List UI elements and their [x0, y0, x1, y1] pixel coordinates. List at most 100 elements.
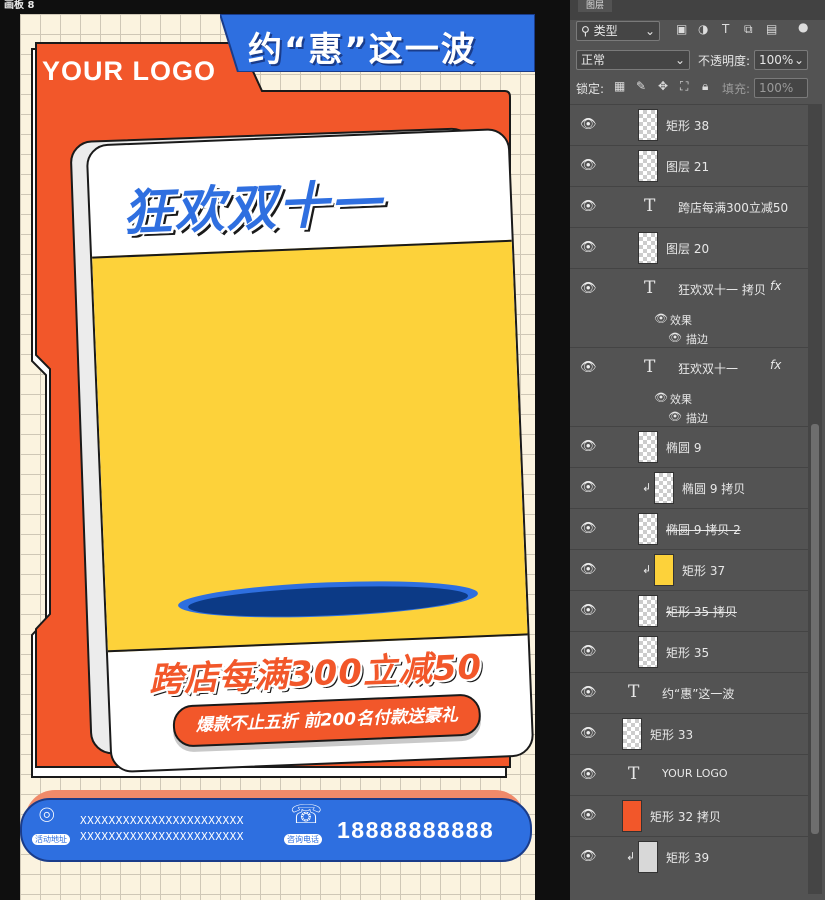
layer-name: 椭圆 9 拷贝 — [682, 482, 746, 496]
scrollbar-thumb[interactable] — [811, 424, 819, 834]
shape-filter-icon[interactable]: ⧉ — [744, 22, 753, 37]
stroke-eye-icon[interactable]: 👁︎ — [668, 331, 682, 344]
eye-icon[interactable]: 👁︎ — [580, 644, 597, 659]
layer-name: 约“惠”这一波 — [662, 687, 735, 701]
eye-icon[interactable]: 👁︎ — [580, 439, 597, 454]
stroke-label: 描边 — [686, 412, 708, 425]
layer-name: 矩形 35 — [666, 646, 710, 660]
chevron-down-icon: ⌄ — [793, 53, 804, 67]
layer-name: 矩形 35 拷贝 — [666, 605, 737, 619]
layer-name: 图层 21 — [666, 160, 710, 174]
layer-row[interactable]: 👁︎ 图层 20 — [570, 227, 810, 268]
layer-filter-value: 类型 — [593, 24, 618, 38]
effects-label: 效果 — [670, 314, 692, 327]
eye-icon[interactable]: 👁︎ — [580, 117, 597, 132]
layer-name: 椭圆 9 — [666, 441, 702, 455]
layer-row[interactable]: 👁︎ 矩形 35 — [570, 631, 810, 672]
layer-name: 狂欢双十一 — [678, 362, 739, 376]
layer-row[interactable]: 👁︎ ↲ 矩形 37 — [570, 549, 810, 590]
layer-row[interactable]: 👁︎ 矩形 38 — [570, 104, 810, 145]
smart-object-filter-icon[interactable]: ▤ — [766, 22, 777, 36]
opacity-value: 100% — [759, 53, 794, 67]
layer-row[interactable]: 👁︎ 矩形 35 拷贝 — [570, 590, 810, 631]
eye-icon[interactable]: 👁︎ — [580, 240, 597, 255]
layer-row[interactable]: 👁︎ 椭圆 9 — [570, 426, 810, 467]
opacity-field[interactable]: 100% ⌄ — [754, 50, 808, 70]
promo-pill: 爆款不止五折 前200名付款送豪礼 — [172, 693, 482, 748]
adjustment-filter-icon[interactable]: ◑ — [698, 22, 708, 36]
layer-row[interactable]: 👁︎ 矩形 32 拷贝 — [570, 795, 810, 836]
eye-icon[interactable]: 👁︎ — [580, 685, 597, 700]
eye-icon[interactable]: 👁︎ — [580, 199, 597, 214]
layer-row[interactable]: 👁︎ ↲ 矩形 39 — [570, 836, 810, 877]
eye-icon[interactable]: 👁︎ — [580, 281, 597, 296]
phone-caption: 咨询电话 — [284, 834, 322, 845]
layer-name: 矩形 38 — [666, 119, 710, 133]
eye-icon[interactable]: 👁︎ — [580, 360, 597, 375]
lock-paint-icon[interactable]: ✎ — [636, 79, 646, 93]
eye-icon[interactable]: 👁︎ — [580, 726, 597, 741]
effects-eye-icon[interactable]: 👁︎ — [654, 312, 668, 325]
eye-icon[interactable]: 👁︎ — [580, 521, 597, 536]
address-caption: 活动地址 — [32, 834, 70, 845]
chevron-down-icon: ⌄ — [674, 53, 685, 67]
effects-eye-icon[interactable]: 👁︎ — [654, 391, 668, 404]
blend-mode-select[interactable]: 正常 ⌄ — [576, 50, 690, 70]
eye-icon[interactable]: 👁︎ — [580, 849, 597, 864]
layer-row[interactable]: 👁︎ 图层 21 — [570, 145, 810, 186]
layer-row[interactable]: 👁︎ ↲ 椭圆 9 拷贝 — [570, 467, 810, 508]
text-layer-icon: T — [628, 764, 640, 784]
pixel-filter-icon[interactable]: ▣ — [676, 22, 687, 36]
canvas-workspace[interactable]: 画板 8 约“惠”这一波 YOUR LOGO 狂欢双十一 跨店每满300立减50… — [0, 0, 570, 900]
footer-blue-bar: ⌾ 活动地址 XXXXXXXXXXXXXXXXXXXXXXX XXXXXXXXX… — [20, 798, 532, 862]
fx-icon[interactable]: fx — [770, 279, 781, 293]
layer-name: 矩形 39 — [666, 851, 710, 865]
layer-row[interactable]: 👁︎ T 约“惠”这一波 — [570, 672, 810, 713]
layer-thumbnail — [638, 636, 658, 668]
eye-icon[interactable]: 👁︎ — [580, 808, 597, 823]
fx-icon[interactable]: fx — [770, 358, 781, 372]
layer-row[interactable]: 👁︎ T 狂欢双十一 fx 👁︎ 效果 👁︎ 描边 — [570, 347, 810, 426]
chevron-down-icon: ⌄ — [644, 24, 655, 38]
text-layer-icon: T — [644, 357, 656, 377]
eye-icon[interactable]: 👁︎ — [580, 562, 597, 577]
clipping-arrow-icon: ↲ — [642, 563, 652, 576]
layers-scrollbar[interactable] — [808, 104, 822, 894]
promo-pill-text: 爆款不止五折 前200名付款送豪礼 — [195, 705, 459, 736]
phone-number: 18888888888 — [337, 817, 495, 843]
location-pin-icon: ⌾ — [39, 801, 55, 831]
layer-row[interactable]: 👁︎ 矩形 33 — [570, 713, 810, 754]
layer-row[interactable]: 👁︎ 椭圆 9 拷贝 2 — [570, 508, 810, 549]
type-filter-icon[interactable]: T — [722, 22, 729, 36]
panel-tab-bar: 图层 — [570, 0, 825, 20]
poster-artboard[interactable]: 约“惠”这一波 YOUR LOGO 狂欢双十一 跨店每满300立减50 爆款不止… — [20, 14, 535, 900]
address-line-1: XXXXXXXXXXXXXXXXXXXXXXX — [80, 814, 244, 827]
address-line-2: XXXXXXXXXXXXXXXXXXXXXXX — [80, 830, 244, 843]
layer-thumbnail — [638, 431, 658, 463]
footer-bar: ⌾ 活动地址 XXXXXXXXXXXXXXXXXXXXXXX XXXXXXXXX… — [20, 790, 535, 862]
eye-icon[interactable]: 👁︎ — [580, 603, 597, 618]
lock-artboard-icon[interactable]: ⛶ — [680, 79, 688, 94]
layer-row[interactable]: 👁︎ T 狂欢双十一 拷贝 fx 👁︎ 效果 👁︎ 描边 — [570, 268, 810, 347]
layer-filter-select[interactable]: ⚲ 类型 ⌄ — [576, 21, 660, 41]
lock-label: 锁定: — [576, 82, 605, 96]
layer-thumbnail — [654, 472, 674, 504]
eye-icon[interactable]: 👁︎ — [580, 767, 597, 782]
eye-icon[interactable]: 👁︎ — [580, 480, 597, 495]
opacity-label: 不透明度: — [698, 54, 751, 68]
layer-thumbnail — [638, 595, 658, 627]
layer-row[interactable]: 👁︎ T YOUR LOGO — [570, 754, 810, 795]
stroke-eye-icon[interactable]: 👁︎ — [668, 410, 682, 423]
eye-icon[interactable]: 👁︎ — [580, 158, 597, 173]
lock-transparency-icon[interactable]: ▦ — [614, 79, 625, 93]
lock-position-icon[interactable]: ✥ — [658, 79, 668, 93]
filter-toggle-icon[interactable]: ● — [798, 20, 808, 34]
fill-field[interactable]: 100% — [754, 78, 808, 98]
lock-all-icon[interactable]: 🔒︎ — [702, 79, 708, 94]
telephone-icon: ☏ — [290, 800, 323, 830]
layer-row[interactable]: 👁︎ T 跨店每满300立减50 — [570, 186, 810, 227]
text-layer-icon: T — [644, 196, 656, 216]
tab-layers[interactable]: 图层 — [578, 0, 612, 12]
layer-thumbnail — [622, 800, 642, 832]
layer-thumbnail — [622, 718, 642, 750]
